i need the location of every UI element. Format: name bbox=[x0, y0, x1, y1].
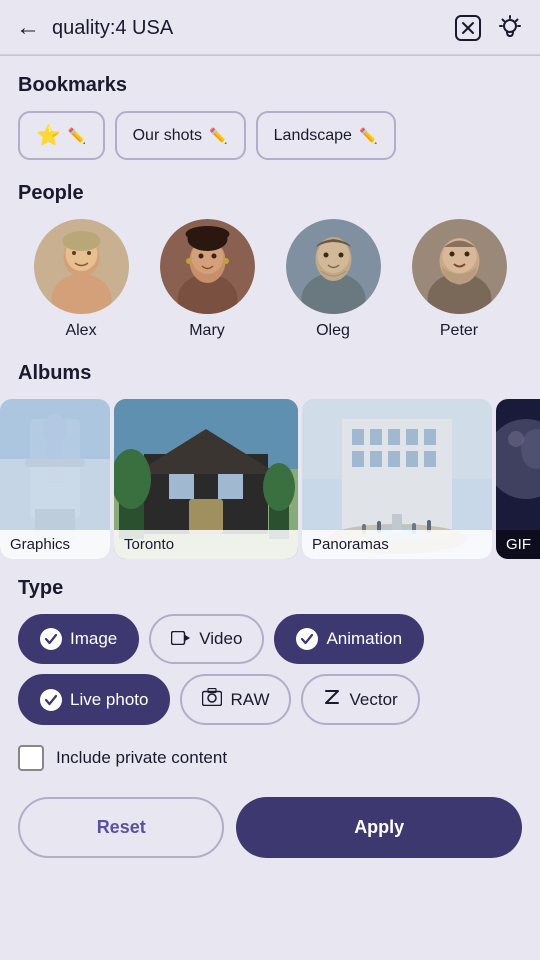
vector-z-icon bbox=[323, 688, 341, 706]
album-gif[interactable]: GIF bbox=[496, 399, 540, 559]
apply-button[interactable]: Apply bbox=[236, 797, 522, 858]
avatar-mary-img bbox=[160, 219, 255, 314]
star-icon: ⭐ bbox=[36, 123, 61, 148]
type-image-label: Image bbox=[70, 629, 117, 649]
person-mary-name: Mary bbox=[189, 322, 225, 340]
checkmark-live-photo bbox=[40, 689, 62, 711]
check-icon-3 bbox=[44, 693, 58, 707]
type-animation-label: Animation bbox=[326, 629, 402, 649]
back-button[interactable]: ← bbox=[16, 14, 40, 42]
album-toronto[interactable]: Toronto bbox=[114, 399, 298, 559]
private-content-label: Include private content bbox=[56, 748, 227, 768]
reset-button[interactable]: Reset bbox=[18, 797, 224, 858]
bottom-buttons: Reset Apply bbox=[0, 787, 540, 878]
type-video-label: Video bbox=[199, 629, 242, 649]
edit-icon-2: ✏️ bbox=[209, 127, 228, 145]
avatar-mary bbox=[160, 219, 255, 314]
album-graphics-label: Graphics bbox=[0, 530, 110, 559]
raw-camera-icon bbox=[202, 688, 222, 706]
vector-icon bbox=[323, 688, 341, 711]
type-chip-image[interactable]: Image bbox=[18, 614, 139, 664]
type-raw-label: RAW bbox=[230, 690, 269, 710]
type-title: Type bbox=[18, 577, 522, 600]
type-section: Type Image Video bbox=[0, 559, 540, 725]
bookmark-landscape-label: Landscape bbox=[274, 127, 352, 145]
person-oleg[interactable]: Oleg bbox=[286, 219, 381, 340]
video-icon bbox=[171, 629, 191, 650]
type-chip-raw[interactable]: RAW bbox=[180, 674, 291, 725]
type-chips-row: Image Video Animation bbox=[18, 614, 522, 725]
bookmark-landscape[interactable]: Landscape ✏️ bbox=[256, 111, 396, 160]
check-icon-2 bbox=[300, 632, 314, 646]
checkmark-image bbox=[40, 628, 62, 650]
bookmarks-section: Bookmarks ⭐ ✏️ Our shots ✏️ Landscape ✏️ bbox=[0, 56, 540, 164]
avatar-alex bbox=[34, 219, 129, 314]
albums-row: Graphics Tor bbox=[0, 399, 540, 559]
album-gif-label: GIF bbox=[496, 530, 540, 559]
people-row: Alex Mary bbox=[18, 219, 522, 344]
person-alex-name: Alex bbox=[65, 322, 96, 340]
album-panoramas[interactable]: Panoramas bbox=[302, 399, 492, 559]
person-peter-name: Peter bbox=[440, 322, 478, 340]
clear-search-button[interactable] bbox=[454, 14, 482, 42]
bookmarks-row: ⭐ ✏️ Our shots ✏️ Landscape ✏️ bbox=[18, 111, 522, 164]
bulb-icon bbox=[496, 14, 524, 42]
bookmark-our-shots-label: Our shots bbox=[133, 127, 202, 145]
bookmarks-title: Bookmarks bbox=[18, 74, 522, 97]
type-chip-vector[interactable]: Vector bbox=[301, 674, 419, 725]
avatar-peter-img bbox=[412, 219, 507, 314]
bookmark-star[interactable]: ⭐ ✏️ bbox=[18, 111, 105, 160]
header-actions bbox=[454, 14, 524, 42]
clear-search-icon bbox=[454, 14, 482, 42]
type-chip-live-photo[interactable]: Live photo bbox=[18, 674, 170, 725]
people-title: People bbox=[18, 182, 522, 205]
albums-section: Albums Graphics bbox=[0, 344, 540, 559]
type-chip-animation[interactable]: Animation bbox=[274, 614, 424, 664]
raw-icon bbox=[202, 688, 222, 711]
bookmark-our-shots[interactable]: Our shots ✏️ bbox=[115, 111, 246, 160]
person-mary[interactable]: Mary bbox=[160, 219, 255, 340]
album-panoramas-label: Panoramas bbox=[302, 530, 492, 559]
avatar-alex-img bbox=[34, 219, 129, 314]
private-content-checkbox[interactable] bbox=[18, 745, 44, 771]
person-alex[interactable]: Alex bbox=[34, 219, 129, 340]
type-live-photo-label: Live photo bbox=[70, 690, 148, 710]
albums-title: Albums bbox=[0, 362, 540, 385]
people-section: People Alex bbox=[0, 164, 540, 344]
type-vector-label: Vector bbox=[349, 690, 397, 710]
check-icon bbox=[44, 632, 58, 646]
type-chip-video[interactable]: Video bbox=[149, 614, 264, 664]
edit-icon-3: ✏️ bbox=[359, 127, 378, 145]
checkmark-animation bbox=[296, 628, 318, 650]
video-play-icon bbox=[171, 631, 191, 645]
avatar-oleg-img bbox=[286, 219, 381, 314]
search-query-title: quality:4 USA bbox=[52, 17, 454, 40]
private-content-row: Include private content bbox=[0, 725, 540, 787]
edit-icon: ✏️ bbox=[68, 127, 87, 145]
person-peter[interactable]: Peter bbox=[412, 219, 507, 340]
album-graphics[interactable]: Graphics bbox=[0, 399, 110, 559]
avatar-oleg bbox=[286, 219, 381, 314]
header: ← quality:4 USA bbox=[0, 0, 540, 55]
bulb-button[interactable] bbox=[496, 14, 524, 42]
album-toronto-label: Toronto bbox=[114, 530, 298, 559]
person-oleg-name: Oleg bbox=[316, 322, 350, 340]
avatar-peter bbox=[412, 219, 507, 314]
